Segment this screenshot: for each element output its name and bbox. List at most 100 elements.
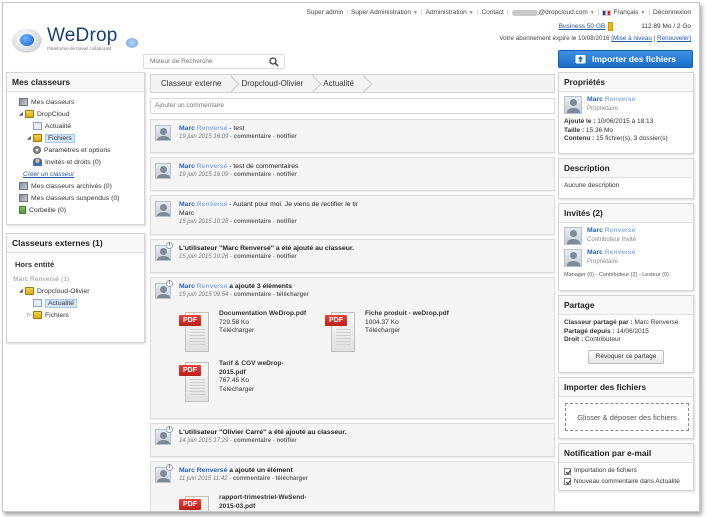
chevron-down-icon[interactable]: ▼	[640, 10, 645, 16]
import-files-button[interactable]: Importer des fichiers	[558, 50, 693, 68]
comment-link[interactable]: commentaire	[233, 476, 270, 482]
create-folder-link[interactable]: Créer un classeur	[23, 171, 138, 178]
guests-panel: Invités (2) Marc Renversé Contributeur I…	[558, 203, 694, 291]
file-item[interactable]: PDF Fiche produit - weDrop.pdf 1004.37 K…	[325, 310, 449, 354]
guests-legend: Manager (0) - Contributeur (2) - Lecteur…	[564, 272, 669, 278]
tree-item-guests-rights[interactable]: Invités et droits (0)	[13, 156, 138, 168]
comment-link[interactable]: commentaire	[234, 134, 271, 140]
avatar	[564, 227, 582, 245]
feed-item: i Marc Renversé a ajouté un élément 11 j…	[150, 461, 555, 511]
plan-link[interactable]: Business 50 GB	[559, 23, 606, 30]
upgrade-link[interactable]: [Mise à niveau	[611, 35, 652, 42]
tree-item-archived[interactable]: Mes classeurs archivés (0)	[13, 180, 138, 192]
comment-link[interactable]: commentaire	[234, 292, 271, 298]
tree-item-my-folders[interactable]: Mes classeurs	[13, 96, 138, 108]
guest-card: Marc Renversé Contributeur Invité	[564, 227, 688, 245]
binder-icon	[25, 287, 34, 295]
info-badge-icon: i	[166, 280, 173, 287]
language-select[interactable]: Français	[613, 9, 638, 16]
hors-entite-heading: Hors entité	[15, 260, 55, 269]
tree-item-settings[interactable]: Paramètres et options	[13, 144, 138, 156]
breadcrumb-item[interactable]: Dropcloud-Olivier	[232, 75, 315, 92]
logout-link[interactable]: Déconnexion	[653, 9, 691, 16]
notify-import-checkbox[interactable]: Importation de fichiers	[564, 467, 688, 476]
file-list: PDF rapport-trimestriel-WeSend-2015-03.p…	[179, 494, 550, 511]
revoke-share-button[interactable]: Révoquer ce partage	[588, 349, 664, 364]
info-badge-icon: i	[166, 242, 173, 249]
file-item[interactable]: PDF Documentation WeDrop.pdf 729.58 Ko T…	[179, 310, 306, 354]
chevron-down-icon[interactable]: ▼	[590, 10, 595, 16]
tree-item-suspended[interactable]: Mes classeurs suspendus (0)	[13, 192, 138, 204]
tree-item-fichiers[interactable]: ◢ Fichiers	[13, 132, 138, 144]
logo[interactable]: WeDrop Plateforme de travail collaborati…	[11, 25, 138, 53]
download-link[interactable]: télécharger	[276, 292, 308, 298]
notification-panel: Notification par e-mail Importation de f…	[558, 443, 694, 491]
user-email-domain[interactable]: @dropcloud.com	[539, 9, 588, 16]
nav-administration[interactable]: Administration	[426, 9, 467, 16]
avatar	[155, 201, 171, 217]
tree-item-ext-actualite[interactable]: Actualité	[13, 297, 138, 309]
guest-card: Marc Renversé Propriétaire	[564, 249, 688, 267]
tree-item-dropcloud[interactable]: ◢ DropCloud	[13, 108, 138, 120]
notify-comment-checkbox[interactable]: Nouveau commentaire dans Actualité	[564, 478, 688, 487]
logo-cloud-icon	[11, 25, 43, 53]
download-link[interactable]: Télécharger	[219, 327, 306, 336]
properties-title: Propriétés	[559, 73, 693, 92]
notify-link[interactable]: notifier	[276, 438, 296, 444]
description-title: Description	[559, 159, 693, 178]
comment-link[interactable]: commentaire	[234, 254, 271, 260]
avatar	[564, 249, 582, 267]
gear-icon	[33, 146, 41, 154]
tree-item-actualite[interactable]: Actualité	[13, 120, 138, 132]
activity-feed: Marc Renversé - test 19 juin 2015 16:09 …	[150, 119, 555, 511]
tree-item-ext-fichiers[interactable]: ▷ Fichiers	[13, 309, 138, 321]
download-link[interactable]: Télécharger	[219, 386, 301, 395]
binder-icon	[25, 110, 34, 118]
comment-link[interactable]: commentaire	[234, 219, 271, 225]
add-comment-box	[150, 98, 555, 114]
chevron-down-icon[interactable]: ▼	[413, 10, 418, 16]
pdf-file-icon: PDF	[179, 310, 213, 354]
share-title: Partage	[559, 296, 693, 315]
download-link[interactable]: Télécharger	[365, 327, 449, 336]
notify-link[interactable]: notifier	[276, 219, 296, 225]
notify-link[interactable]: notifier	[276, 254, 296, 260]
search-input[interactable]	[150, 58, 265, 65]
nav-super-administration[interactable]: Super Administration	[351, 9, 411, 16]
guests-title: Invités (2)	[559, 204, 693, 223]
feed-user[interactable]: Marc	[179, 125, 195, 132]
external-folders-panel: Classeurs externes (1) Hors entité Marc …	[6, 233, 145, 343]
file-item[interactable]: PDF rapport-trimestriel-WeSend-2015-03.p…	[179, 494, 309, 511]
checkbox-checked-icon[interactable]	[564, 467, 571, 475]
renew-link[interactable]: Renouveler]	[657, 35, 691, 42]
feed-item: Marc Renversé - Autant pour moi. Je vien…	[150, 195, 555, 235]
file-item[interactable]: PDF Tarif & CGV weDrop-2015.pdf 767.45 K…	[179, 360, 301, 404]
nav-contact[interactable]: Contact	[481, 9, 503, 16]
notify-link[interactable]: notifier	[276, 172, 296, 178]
info-badge-icon: i	[166, 464, 173, 471]
feed-item: Marc Renversé - test 19 juin 2015 16:09 …	[150, 119, 555, 153]
nav-super-admin[interactable]: Super admin	[306, 9, 343, 16]
expiry-text: Votre abonnement expire le 10/08/2016	[499, 35, 610, 42]
comment-link[interactable]: commentaire	[234, 172, 271, 178]
notify-link[interactable]: notifier	[276, 134, 296, 140]
add-comment-input[interactable]	[155, 102, 550, 109]
breadcrumb-item[interactable]: Classeur externe	[151, 75, 233, 92]
tree-item-owner[interactable]: Marc Renversé (1)	[13, 273, 138, 285]
chevron-down-icon[interactable]: ▼	[469, 10, 474, 16]
feed-item: i Marc Renversé a ajouté 3 éléments 15 j…	[150, 277, 555, 419]
search-icon[interactable]	[269, 57, 279, 69]
dropcloud-logo-icon	[125, 38, 138, 48]
comment-link[interactable]: commentaire	[234, 438, 271, 444]
archive-icon	[19, 182, 28, 190]
tree-item-trash[interactable]: Corbeille (0)	[13, 204, 138, 216]
checkbox-checked-icon[interactable]	[564, 478, 571, 486]
download-link[interactable]: télécharger	[276, 476, 308, 482]
avatar	[564, 96, 582, 114]
feed-item: i L'utilisateur "Olivier Carré" a été aj…	[150, 423, 555, 457]
file-dropzone[interactable]: Glisser & déposer des fichiers	[565, 403, 689, 431]
french-flag-icon	[602, 9, 612, 16]
breadcrumb-item[interactable]: Actualité	[314, 75, 365, 92]
storage-bar	[608, 22, 614, 31]
tree-item-dropcloud-olivier[interactable]: ◢ Dropcloud-Olivier	[13, 285, 138, 297]
